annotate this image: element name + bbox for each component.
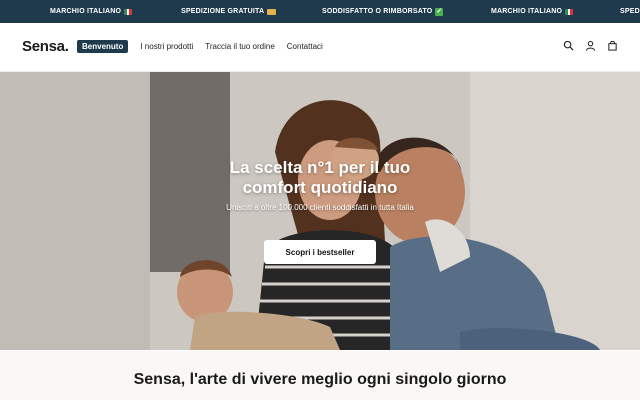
announcement-text: SODDISFATTO O RIMBORSATO — [322, 8, 433, 15]
hero-title: La scelta n°1 per il tuo comfort quotidi… — [229, 158, 411, 197]
header-icons — [563, 40, 618, 51]
hero-subtitle: Unisciti a oltre 100.000 clienti soddisf… — [226, 203, 414, 212]
nav-item-benvenuto[interactable]: Benvenuto — [77, 40, 129, 53]
announcement-text: SPEDIZIONE GRATUITA — [620, 8, 640, 15]
search-icon[interactable] — [563, 40, 574, 51]
nav-item-traccia-ordine[interactable]: Traccia il tuo ordine — [205, 42, 275, 51]
announcement-text: SPEDIZIONE GRATUITA — [181, 8, 265, 15]
announcement-bar: MARCHIO ITALIANO SPEDIZIONE GRATUITA SOD… — [0, 0, 640, 23]
nav-item-prodotti[interactable]: I nostri prodotti — [140, 42, 193, 51]
section-title: Sensa, l'arte di vivere meglio ogni sing… — [133, 371, 507, 388]
announcement-item: SPEDIZIONE GRATUITA — [620, 0, 640, 23]
check-icon: ✓ — [435, 7, 444, 16]
site-header: Sensa. Benvenuto I nostri prodotti Tracc… — [0, 23, 640, 72]
announcement-item: SODDISFATTO O RIMBORSATO ✓ — [322, 0, 444, 23]
bestseller-button[interactable]: Scopri i bestseller — [264, 240, 376, 264]
announcement-text: MARCHIO ITALIANO — [50, 8, 122, 15]
logo[interactable]: Sensa. — [22, 38, 69, 55]
italian-flag-icon — [565, 8, 574, 15]
truck-icon — [267, 8, 277, 15]
cart-icon[interactable] — [607, 40, 618, 51]
intro-section: Sensa, l'arte di vivere meglio ogni sing… — [0, 351, 640, 400]
account-icon[interactable] — [585, 40, 596, 51]
italian-flag-icon — [124, 8, 133, 15]
announcement-item: SPEDIZIONE GRATUITA — [181, 0, 277, 23]
announcement-item: MARCHIO ITALIANO — [50, 0, 133, 23]
main-nav: Benvenuto I nostri prodotti Traccia il t… — [77, 40, 335, 53]
announcement-text: MARCHIO ITALIANO — [491, 8, 563, 15]
announcement-item: MARCHIO ITALIANO — [491, 0, 574, 23]
hero-banner: La scelta n°1 per il tuo comfort quotidi… — [0, 72, 640, 350]
nav-item-contattaci[interactable]: Contattaci — [287, 42, 323, 51]
